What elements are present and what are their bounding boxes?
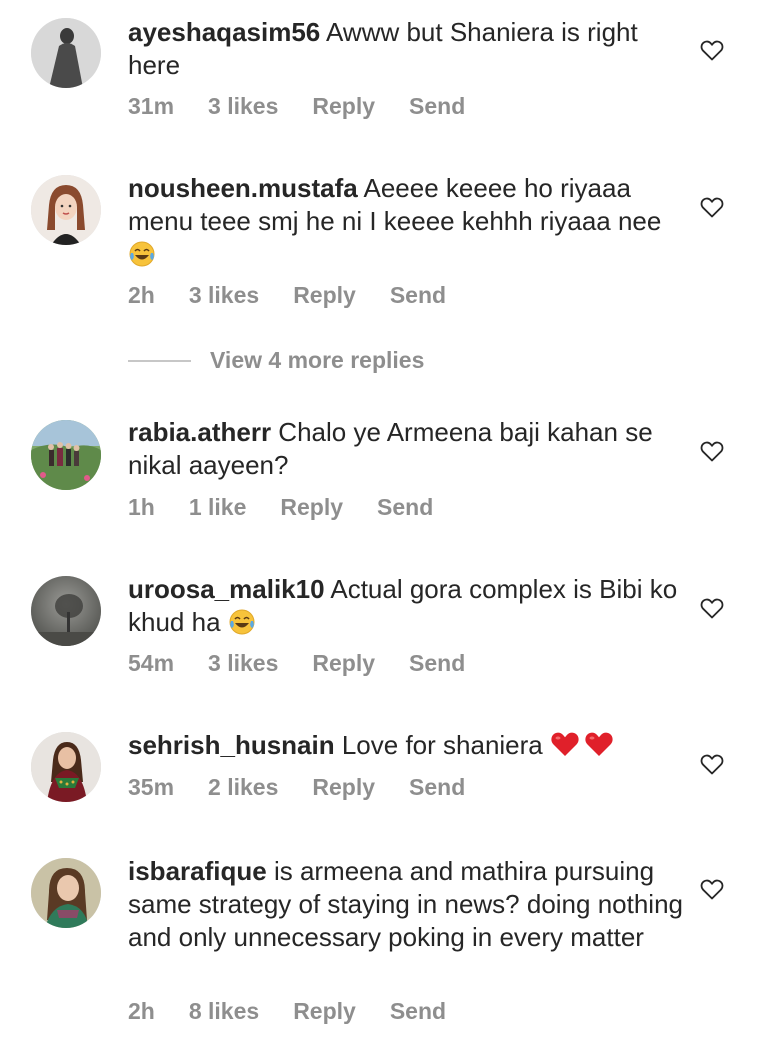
send-button[interactable]: Send xyxy=(409,649,465,677)
heart-outline-icon[interactable] xyxy=(700,196,724,218)
comment-text: rabia.atherr Chalo ye Armeena baji kahan… xyxy=(128,416,688,482)
view-more-replies[interactable]: View 4 more replies xyxy=(128,344,528,378)
comment-likes[interactable]: 3 likes xyxy=(208,92,278,120)
comment-time: 1h xyxy=(128,494,155,520)
avatar[interactable] xyxy=(31,858,101,928)
heart-outline-icon[interactable] xyxy=(700,597,724,619)
avatar[interactable] xyxy=(31,732,101,802)
reply-button[interactable]: Reply xyxy=(312,773,375,801)
comment-text: uroosa_malik10 Actual gora complex is Bi… xyxy=(128,573,688,639)
comment-meta: 31m 3 likes Reply Send xyxy=(128,92,499,120)
avatar-image xyxy=(31,18,101,88)
reply-button[interactable]: Reply xyxy=(293,997,356,1025)
comment-meta: 2h 8 likes Reply Send xyxy=(128,997,480,1025)
face-with-tears-of-joy-icon xyxy=(229,609,255,635)
comment-meta: 2h 3 likes Reply Send xyxy=(128,281,480,309)
avatar-image xyxy=(31,420,101,490)
comment-meta: 1h 1 like Reply Send xyxy=(128,493,467,521)
red-heart-icon xyxy=(585,732,613,756)
heart-outline-icon[interactable] xyxy=(700,878,724,900)
comment-username[interactable]: isbarafique xyxy=(128,856,267,886)
comment-time: 2h xyxy=(128,282,155,308)
avatar-image xyxy=(31,175,101,245)
send-button[interactable]: Send xyxy=(390,281,446,309)
comment-likes[interactable]: 3 likes xyxy=(189,281,259,309)
comment-time: 2h xyxy=(128,998,155,1024)
send-button[interactable]: Send xyxy=(390,997,446,1025)
comment-username[interactable]: uroosa_malik10 xyxy=(128,574,325,604)
avatar-image xyxy=(31,732,101,802)
comment-likes[interactable]: 3 likes xyxy=(208,649,278,677)
face-with-tears-of-joy-icon xyxy=(129,241,155,267)
comment-text: sehrish_husnain Love for shaniera xyxy=(128,729,688,762)
heart-outline-icon[interactable] xyxy=(700,39,724,61)
send-button[interactable]: Send xyxy=(409,92,465,120)
comment-body: Love for shaniera xyxy=(334,730,550,760)
comment-meta: 54m 3 likes Reply Send xyxy=(128,649,499,677)
comment-text: ayeshaqasim56 Awww but Shaniera is right… xyxy=(128,16,688,82)
heart-outline-icon[interactable] xyxy=(700,440,724,462)
send-button[interactable]: Send xyxy=(409,773,465,801)
red-heart-icon xyxy=(551,732,579,756)
comment-likes[interactable]: 2 likes xyxy=(208,773,278,801)
comment-text: isbarafique is armeena and mathira pursu… xyxy=(128,855,688,954)
comment-meta: 35m 2 likes Reply Send xyxy=(128,773,499,801)
reply-button[interactable]: Reply xyxy=(312,92,375,120)
comment-username[interactable]: rabia.atherr xyxy=(128,417,271,447)
avatar[interactable] xyxy=(31,175,101,245)
reply-button[interactable]: Reply xyxy=(312,649,375,677)
avatar-image xyxy=(31,858,101,928)
comment-username[interactable]: nousheen.mustafa xyxy=(128,173,358,203)
avatar[interactable] xyxy=(31,18,101,88)
replies-divider xyxy=(128,360,191,362)
view-more-replies-label[interactable]: View 4 more replies xyxy=(210,346,424,374)
comment-likes[interactable]: 1 like xyxy=(189,493,247,521)
comment-username[interactable]: ayeshaqasim56 xyxy=(128,17,320,47)
avatar[interactable] xyxy=(31,576,101,646)
comment-time: 54m xyxy=(128,650,175,676)
reply-button[interactable]: Reply xyxy=(280,493,343,521)
comment-username[interactable]: sehrish_husnain xyxy=(128,730,335,760)
comment-time: 31m xyxy=(128,93,175,119)
comment-time: 35m xyxy=(128,774,175,800)
avatar-image xyxy=(31,576,101,646)
reply-button[interactable]: Reply xyxy=(293,281,356,309)
comment-text: nousheen.mustafa Aeeee keeee ho riyaaa m… xyxy=(128,172,688,271)
comment-likes[interactable]: 8 likes xyxy=(189,997,259,1025)
heart-outline-icon[interactable] xyxy=(700,753,724,775)
send-button[interactable]: Send xyxy=(377,493,433,521)
avatar[interactable] xyxy=(31,420,101,490)
